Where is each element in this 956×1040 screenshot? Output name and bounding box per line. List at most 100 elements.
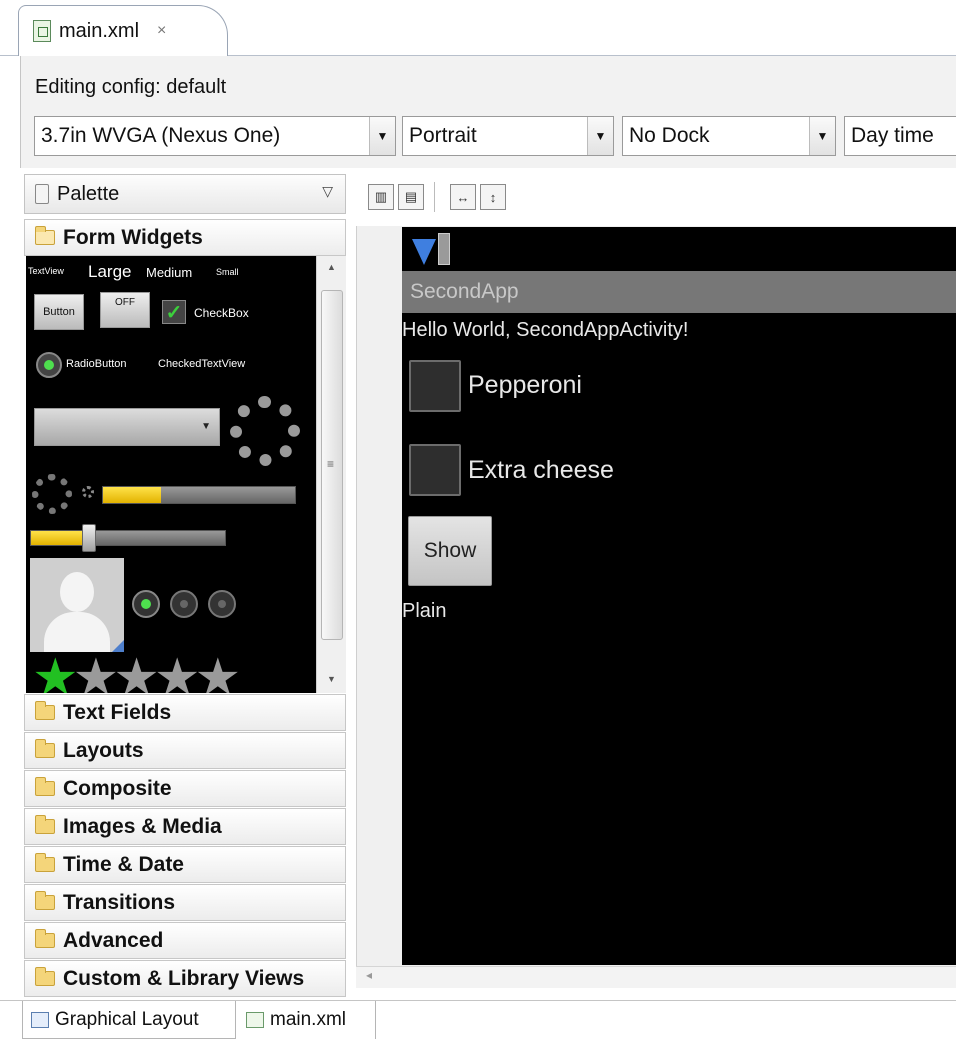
scroll-down-icon[interactable]: ▼	[327, 674, 336, 684]
chevron-down-icon: ▼	[587, 117, 613, 155]
chevron-down-icon: ▼	[809, 117, 835, 155]
radio-unchecked-icon[interactable]	[208, 590, 236, 618]
tab-graphical-layout[interactable]: Graphical Layout	[22, 1001, 236, 1039]
xml-source-icon	[246, 1012, 264, 1028]
scroll-left-icon[interactable]: ◂	[366, 968, 372, 982]
widget-medium-text[interactable]: Medium	[146, 265, 192, 280]
checkbox-extra-cheese[interactable]	[409, 444, 461, 496]
folder-icon	[35, 853, 55, 872]
widget-toggle-button[interactable]: OFF	[100, 292, 150, 328]
widget-checked-textview[interactable]: CheckedTextView	[158, 358, 245, 370]
editor-tab-label: main.xml	[59, 19, 140, 42]
folder-icon	[35, 929, 55, 948]
device-select[interactable]: 3.7in WVGA (Nexus One) ▼	[34, 116, 396, 156]
battery-icon	[438, 233, 450, 265]
widget-radiobutton-label: RadioButton	[66, 358, 127, 370]
toolbar-divider	[434, 182, 435, 212]
palette-header[interactable]: Palette ▽	[24, 174, 346, 214]
category-label: Time & Date	[63, 852, 184, 876]
widget-button[interactable]: Button	[34, 294, 84, 330]
palette-category-custom-library-views[interactable]: Custom & Library Views	[24, 960, 346, 997]
star-icon[interactable]: ★	[113, 649, 160, 693]
show-button[interactable]: Show	[408, 516, 492, 586]
radio-unchecked-icon[interactable]	[170, 590, 198, 618]
palette-category-layouts[interactable]: Layouts	[24, 732, 346, 769]
widget-seekbar[interactable]	[30, 530, 226, 546]
graphical-layout-icon	[31, 1011, 49, 1028]
fill-width-icon[interactable]: ↔	[450, 184, 476, 210]
scroll-up-icon[interactable]: ▲	[327, 262, 336, 272]
seekbar-thumb[interactable]	[81, 524, 96, 552]
tab-main-xml[interactable]: main.xml	[238, 1001, 376, 1039]
category-label: Text Fields	[63, 700, 172, 724]
xml-file-icon	[33, 20, 51, 42]
view-menu-icon[interactable]: ▽	[322, 183, 333, 200]
widget-textview[interactable]: TextView	[28, 266, 64, 276]
widget-large-text[interactable]: Large	[88, 262, 131, 282]
star-icon[interactable]: ★	[154, 649, 201, 693]
palette-category-images-media[interactable]: Images & Media	[24, 808, 346, 845]
chevron-down-icon: ▼	[369, 117, 395, 155]
widgets-scrollbar[interactable]: ▲ ≡ ▼	[316, 256, 346, 693]
orientation-select[interactable]: Portrait ▼	[402, 116, 614, 156]
tab-label: Graphical Layout	[55, 1008, 199, 1030]
folder-icon	[35, 891, 55, 910]
status-bar	[402, 227, 956, 271]
palette-category-time-date[interactable]: Time & Date	[24, 846, 346, 883]
checkbox-pepperoni[interactable]	[409, 360, 461, 412]
tab-label: main.xml	[270, 1009, 347, 1030]
palette-category-transitions[interactable]: Transitions	[24, 884, 346, 921]
device-screen: SecondApp Hello World, SecondAppActivity…	[402, 227, 956, 965]
palette-category-form-widgets[interactable]: Form Widgets	[24, 219, 346, 256]
palette-category-composite[interactable]: Composite	[24, 770, 346, 807]
folder-icon	[35, 701, 55, 720]
folder-open-icon	[35, 226, 55, 245]
palette-category-text-fields[interactable]: Text Fields	[24, 694, 346, 731]
large-progress-spinner-icon	[230, 396, 300, 466]
star-icon[interactable]: ★	[73, 649, 120, 693]
palette-icon	[35, 184, 49, 204]
chevron-down-icon: ▼	[201, 421, 211, 432]
dock-select[interactable]: No Dock ▼	[622, 116, 836, 156]
category-label: Layouts	[63, 738, 144, 762]
small-progress-spinner-icon	[82, 486, 94, 498]
hello-textview[interactable]: Hello World, SecondAppActivity!	[402, 319, 688, 342]
image-placeholder-icon[interactable]	[30, 558, 124, 652]
category-label: Transitions	[63, 890, 176, 914]
widget-checkbox-label: CheckBox	[194, 306, 249, 320]
time-select[interactable]: Day time	[844, 116, 956, 156]
palette-title: Palette	[57, 182, 120, 205]
category-label: Images & Media	[63, 814, 222, 838]
category-label: Advanced	[63, 928, 164, 952]
folder-icon	[35, 739, 55, 758]
editor-tab-row: main.xml ×	[0, 0, 956, 56]
form-widgets-preview: TextView Large Medium Small Button OFF ✓…	[26, 256, 316, 693]
radio-checked-icon[interactable]	[36, 352, 62, 378]
editor-bottom-tabs: Graphical Layout main.xml	[0, 1000, 956, 1040]
editor-tab-main-xml[interactable]: main.xml ×	[18, 5, 228, 56]
widget-spinner[interactable]: ▼	[34, 408, 220, 446]
scrollbar-thumb[interactable]: ≡	[321, 290, 343, 640]
checkbox-pepperoni-label: Pepperoni	[468, 371, 582, 399]
app-title-bar: SecondApp	[402, 271, 956, 313]
close-icon[interactable]: ×	[157, 22, 166, 40]
widget-progress-bar	[102, 486, 296, 504]
widget-rating-bar[interactable]: ★★★★★	[32, 652, 241, 693]
editing-config-label: Editing config: default	[35, 76, 227, 98]
fill-height-icon[interactable]: ↕	[480, 184, 506, 210]
canvas-horizontal-scrollbar[interactable]: ◂	[356, 966, 956, 988]
layout-vertical-icon[interactable]: ▤	[398, 184, 424, 210]
palette-category-advanced[interactable]: Advanced	[24, 922, 346, 959]
widget-small-text[interactable]: Small	[216, 267, 239, 277]
layout-horizontal-icon[interactable]: ▥	[368, 184, 394, 210]
category-label: Composite	[63, 776, 172, 800]
radio-checked-icon[interactable]	[132, 590, 160, 618]
category-label: Form Widgets	[63, 225, 203, 249]
checkbox-checked-icon[interactable]: ✓	[162, 300, 186, 324]
plain-textview[interactable]: Plain	[402, 600, 446, 623]
star-icon[interactable]: ★	[195, 649, 242, 693]
signal-icon	[412, 239, 436, 265]
star-icon[interactable]: ★	[32, 649, 79, 693]
device-select-value: 3.7in WVGA (Nexus One)	[41, 124, 281, 147]
time-select-value: Day time	[851, 124, 934, 147]
